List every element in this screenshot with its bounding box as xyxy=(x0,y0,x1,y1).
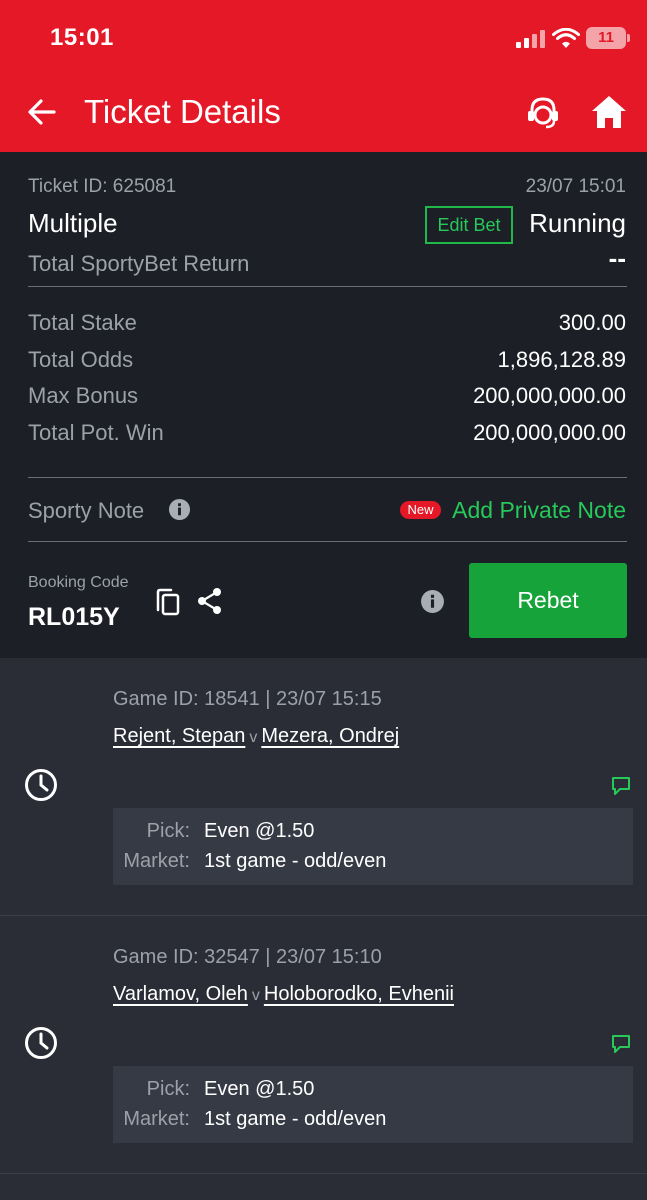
divider xyxy=(28,477,627,478)
page-title: Ticket Details xyxy=(84,93,281,130)
max-bonus-value: 200,000,000.00 xyxy=(473,383,626,408)
info-icon[interactable] xyxy=(168,498,191,521)
pick-details: Pick: Even @1.50 Market: 1st game - odd/… xyxy=(113,808,633,885)
sporty-note-label: Sporty Note xyxy=(28,498,145,523)
add-private-note-link[interactable]: Add Private Note xyxy=(452,497,626,524)
away-team-link[interactable]: Mezera, Ondrej xyxy=(261,725,399,747)
market-label: Market: xyxy=(123,850,190,872)
ticket-summary: Ticket ID: 625081 23/07 15:01 Multiple E… xyxy=(0,152,647,658)
cellular-signal-icon xyxy=(516,30,545,48)
divider xyxy=(28,541,627,542)
total-stake-value: 300.00 xyxy=(558,310,626,335)
total-pot-win-label: Total Pot. Win xyxy=(28,420,164,445)
clock-icon xyxy=(25,1027,57,1059)
total-stake-label: Total Stake xyxy=(28,310,137,335)
bet-type: Multiple xyxy=(28,208,118,238)
pick-value: Even @1.50 xyxy=(204,820,315,842)
pick-details: Pick: Even @1.50 Market: 1st game - odd/… xyxy=(113,1066,633,1143)
battery-level: 11 xyxy=(598,29,614,46)
match-teams: Varlamov, Oleh v Holoborodko, Evhenii xyxy=(113,983,454,1006)
match-teams: Rejent, Stepan v Mezera, Ondrej xyxy=(113,725,399,748)
market-value: 1st game - odd/even xyxy=(204,1108,387,1130)
edit-bet-button[interactable]: Edit Bet xyxy=(425,206,513,244)
wifi-icon xyxy=(552,28,580,48)
rebet-button[interactable]: Rebet xyxy=(469,563,627,638)
selection-card: Game ID: 32547 | 23/07 15:10 Varlamov, O… xyxy=(0,916,647,1174)
new-badge: New xyxy=(400,501,441,519)
booking-code: RL015Y xyxy=(28,603,120,631)
comment-icon[interactable] xyxy=(611,776,631,796)
total-odds-value: 1,896,128.89 xyxy=(497,347,626,372)
total-odds-label: Total Odds xyxy=(28,347,134,372)
pick-label: Pick: xyxy=(146,820,190,842)
return-label: Total SportyBet Return xyxy=(28,251,250,276)
back-arrow-icon[interactable] xyxy=(26,96,58,128)
status-time: 15:01 xyxy=(50,24,114,51)
selection-card: Game ID: 18541 | 23/07 15:15 Rejent, Ste… xyxy=(0,658,647,916)
ticket-id: Ticket ID: 625081 xyxy=(28,176,177,197)
share-icon[interactable] xyxy=(196,587,224,615)
booking-code-label: Booking Code xyxy=(28,574,129,591)
total-pot-win-value: 200,000,000.00 xyxy=(473,420,626,445)
info-icon[interactable] xyxy=(420,589,445,614)
home-team-link[interactable]: Rejent, Stepan xyxy=(113,725,245,747)
away-team-link[interactable]: Holoborodko, Evhenii xyxy=(264,983,454,1005)
versus-label: v xyxy=(251,987,260,1004)
ticket-datetime: 23/07 15:01 xyxy=(525,176,626,197)
home-team-link[interactable]: Varlamov, Oleh xyxy=(113,983,248,1005)
copy-icon[interactable] xyxy=(155,588,181,616)
comment-icon[interactable] xyxy=(611,1034,631,1054)
game-meta: Game ID: 18541 | 23/07 15:15 xyxy=(113,688,382,710)
market-value: 1st game - odd/even xyxy=(204,850,387,872)
home-icon[interactable] xyxy=(590,94,628,130)
clock-icon xyxy=(25,769,57,801)
game-meta: Game ID: 32547 | 23/07 15:10 xyxy=(113,946,382,968)
pick-label: Pick: xyxy=(146,1078,190,1100)
divider xyxy=(28,286,627,287)
pick-value: Even @1.50 xyxy=(204,1078,315,1100)
market-label: Market: xyxy=(123,1108,190,1130)
battery-tip xyxy=(627,34,630,42)
app-header: 15:01 11 Ticket Details xyxy=(0,0,647,152)
max-bonus-label: Max Bonus xyxy=(28,383,139,408)
ticket-status: Running xyxy=(529,208,626,238)
versus-label: v xyxy=(249,729,258,746)
battery-icon: 11 xyxy=(586,27,626,49)
customer-support-icon[interactable] xyxy=(524,94,562,132)
return-value: -- xyxy=(608,243,626,273)
